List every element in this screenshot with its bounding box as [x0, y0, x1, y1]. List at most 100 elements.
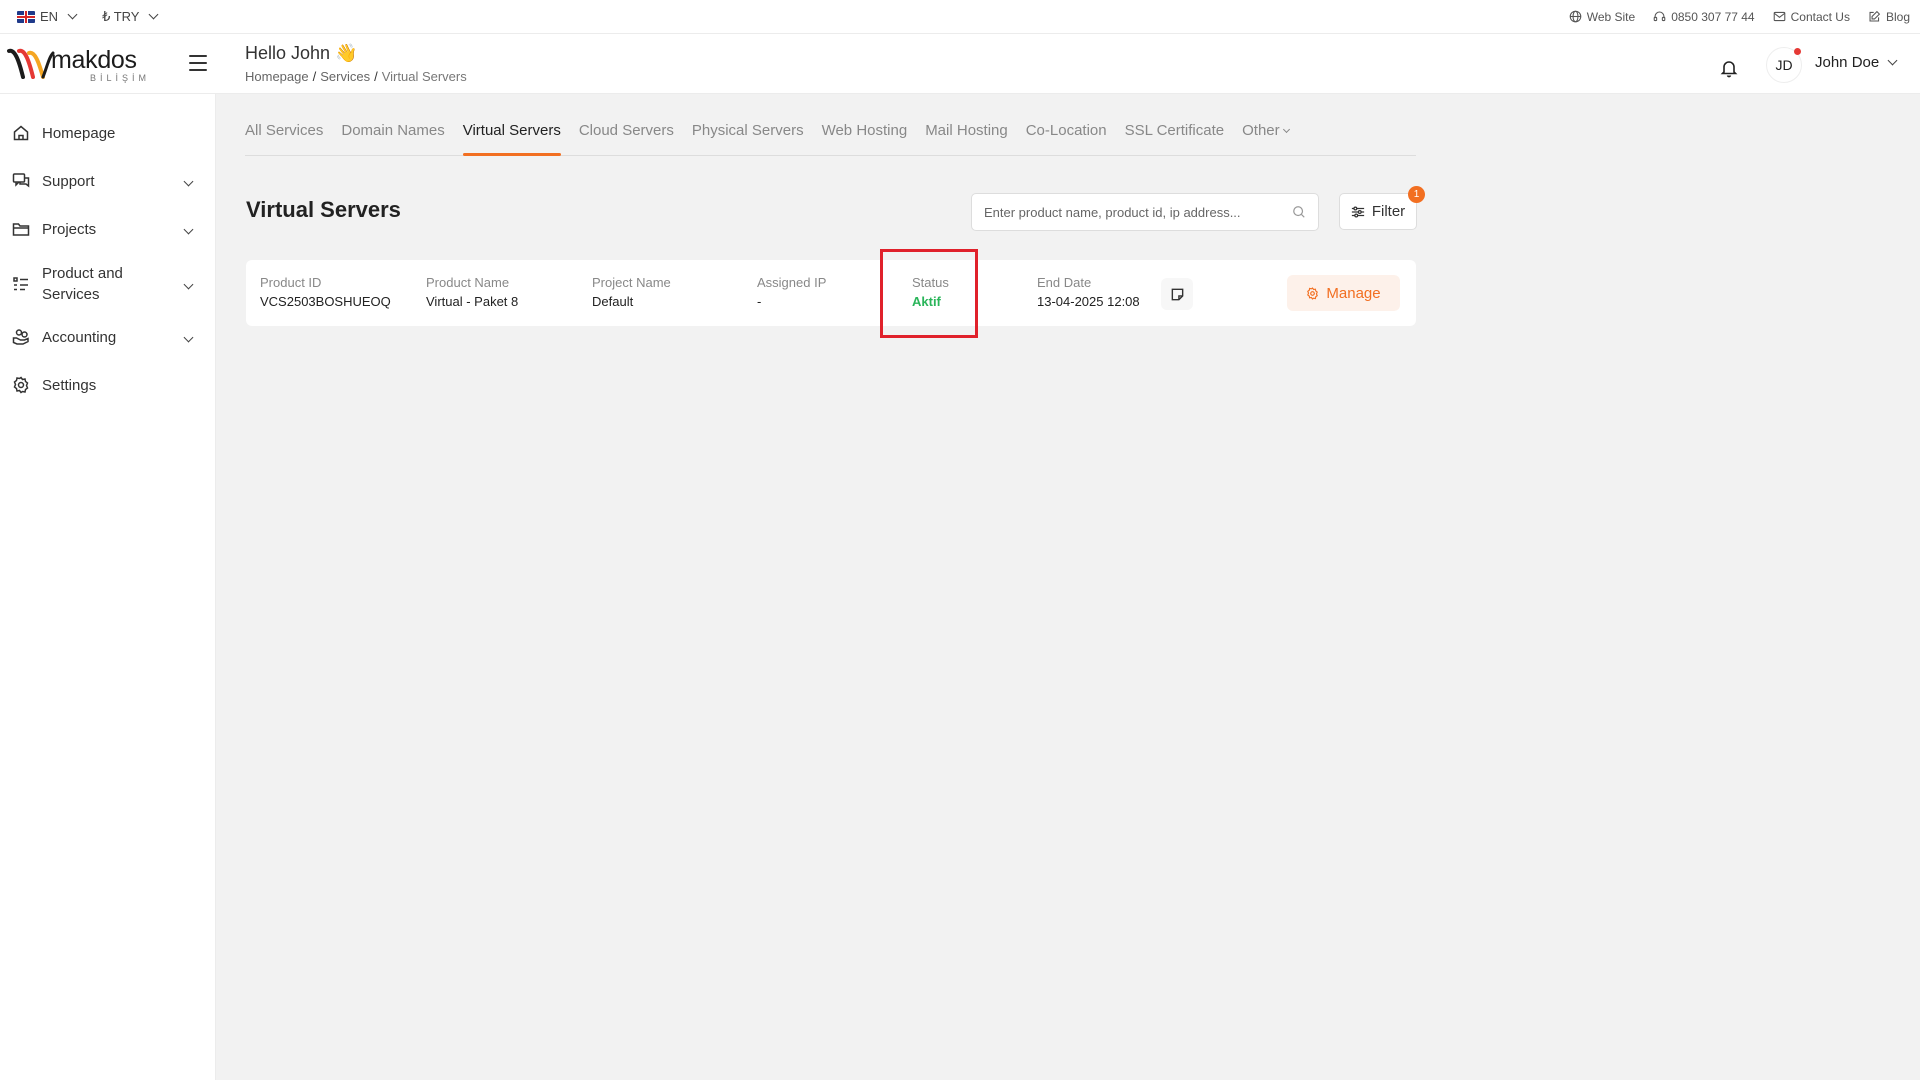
coins-hand-icon — [12, 329, 29, 345]
tab-other[interactable]: Other — [1242, 118, 1290, 155]
locale-controls: EN ₺ TRY — [17, 8, 159, 25]
tab-cloud-servers[interactable]: Cloud Servers — [579, 118, 674, 155]
tab-other-label: Other — [1242, 122, 1280, 139]
sidebar-item-accounting[interactable]: Accounting — [0, 326, 216, 348]
product-name-label: Product Name — [426, 275, 510, 290]
website-link-label: Web Site — [1586, 9, 1636, 24]
tab-virtual-servers[interactable]: Virtual Servers — [462, 118, 561, 156]
sidebar-item-label: Support — [42, 172, 95, 190]
sidebar-item-label: Accounting — [42, 328, 117, 346]
logo-subtext: BİLİŞİM — [90, 73, 151, 83]
search-icon[interactable] — [1292, 205, 1306, 219]
mail-icon — [1773, 11, 1785, 22]
chevron-down-icon — [1887, 55, 1898, 66]
gear-icon — [1307, 286, 1319, 300]
contact-link[interactable]: Contact Us — [1773, 10, 1850, 24]
filter-count-badge: 1 — [1408, 186, 1425, 203]
phone-link[interactable]: 0850 307 77 44 — [1653, 9, 1755, 24]
note-icon — [1171, 288, 1183, 300]
chevron-down-icon — [1282, 125, 1290, 134]
assigned-ip-value: - — [757, 294, 762, 309]
status-label: Status — [912, 275, 949, 290]
tab-domain-names[interactable]: Domain Names — [341, 118, 444, 155]
gear-icon — [13, 376, 29, 394]
end-date-cell: End Date 13-04-2025 12:08 — [1037, 275, 1140, 309]
language-selector[interactable]: EN — [17, 9, 78, 24]
top-links: Web Site 0850 307 77 44 Contact Us Blog — [1569, 10, 1910, 24]
tab-web-hosting[interactable]: Web Hosting — [822, 118, 908, 155]
edit-icon — [1869, 10, 1881, 22]
folder-icon — [12, 223, 30, 236]
service-row: Product ID VCS2503BOSHUEOQ Product Name … — [246, 260, 1416, 326]
tab-physical-servers[interactable]: Physical Servers — [692, 118, 804, 155]
project-name-cell: Project Name Default — [592, 275, 671, 309]
logo-text: makdos — [51, 46, 137, 74]
menu-toggle-button[interactable] — [189, 55, 207, 71]
sidebar-item-support[interactable]: Support — [0, 170, 216, 192]
hamburger-line — [189, 69, 207, 71]
end-date-value: 13-04-2025 12:08 — [1037, 294, 1140, 309]
currency-label: ₺ TRY — [102, 8, 140, 24]
manage-button[interactable]: Manage — [1287, 275, 1400, 311]
makdos-logo[interactable]: makdos BİLİŞİM — [7, 43, 157, 83]
product-name-value: Virtual - Paket 8 — [426, 294, 519, 309]
filter-button[interactable]: Filter 1 — [1339, 186, 1425, 230]
filter-label: Filter — [1371, 203, 1406, 220]
blog-link[interactable]: Blog — [1868, 10, 1910, 24]
notifications-button[interactable] — [1712, 51, 1746, 85]
currency-selector[interactable]: ₺ TRY — [102, 8, 159, 25]
language-label: EN — [40, 9, 59, 24]
sidebar-item-label: Projects — [42, 220, 97, 238]
username-label: John Doe — [1815, 54, 1880, 71]
product-id-cell: Product ID VCS2503BOSHUEOQ — [260, 275, 391, 309]
tab-ssl-certificate[interactable]: SSL Certificate — [1125, 118, 1225, 155]
sidebar-item-product-and-services[interactable]: Product and Services — [0, 262, 216, 306]
avatar-initials: JD — [1775, 57, 1793, 73]
sidebar-item-settings[interactable]: Settings — [0, 374, 216, 396]
sidebar-item-homepage[interactable]: Homepage — [0, 122, 216, 144]
blog-link-label: Blog — [1885, 9, 1910, 24]
greeting-title: Hello John 👋 — [245, 43, 358, 63]
assigned-ip-label: Assigned IP — [757, 275, 827, 290]
sidebar-item-projects[interactable]: Projects — [0, 218, 216, 240]
tab-mail-hosting[interactable]: Mail Hosting — [925, 118, 1008, 155]
list-icon — [13, 277, 28, 291]
home-icon — [13, 125, 29, 141]
globe-icon — [1569, 10, 1582, 23]
chevron-down-icon — [67, 9, 78, 20]
search-input[interactable] — [984, 204, 1292, 220]
sidebar-item-label: Homepage — [42, 124, 116, 142]
online-indicator — [1794, 48, 1801, 55]
breadcrumb: Homepage / Services / Virtual Servers — [245, 69, 467, 84]
project-name-label: Project Name — [592, 275, 671, 290]
breadcrumb-current: Virtual Servers — [381, 69, 467, 84]
chevron-down-icon — [183, 332, 194, 342]
chevron-down-icon — [149, 9, 159, 20]
sidebar-item-label: Product and Services — [42, 265, 123, 303]
user-menu[interactable]: John Doe — [1815, 54, 1898, 71]
chevron-down-icon — [183, 279, 194, 289]
sidebar: Homepage Support Projects Product and Se… — [0, 94, 216, 1080]
status-badge: Aktif — [912, 294, 941, 309]
phone-link-label: 0850 307 77 44 — [1671, 9, 1755, 24]
breadcrumb-services[interactable]: Services — [320, 69, 370, 84]
note-button[interactable] — [1161, 278, 1193, 310]
product-id-value: VCS2503BOSHUEOQ — [260, 294, 391, 309]
chevron-down-icon — [183, 176, 194, 186]
top-utility-bar: EN ₺ TRY Web Site 0850 307 77 44 Contact… — [0, 0, 1920, 34]
tab-all-services[interactable]: All Services — [245, 118, 323, 155]
bell-icon — [1720, 61, 1738, 78]
assigned-ip-cell: Assigned IP - — [757, 275, 826, 309]
breadcrumb-separator: / — [374, 69, 378, 84]
status-cell: Status Aktif — [912, 275, 949, 309]
breadcrumb-homepage[interactable]: Homepage — [245, 69, 309, 84]
manage-label: Manage — [1326, 284, 1381, 302]
avatar[interactable]: JD — [1766, 47, 1802, 83]
uk-flag-icon — [17, 10, 35, 23]
app-header: makdos BİLİŞİM Hello John 👋 Homepage / Ser… — [0, 34, 1920, 94]
tab-co-location[interactable]: Co-Location — [1026, 118, 1107, 155]
hamburger-line — [189, 62, 207, 64]
website-link[interactable]: Web Site — [1569, 10, 1635, 24]
breadcrumb-separator: / — [312, 69, 317, 84]
hamburger-line — [189, 55, 207, 57]
